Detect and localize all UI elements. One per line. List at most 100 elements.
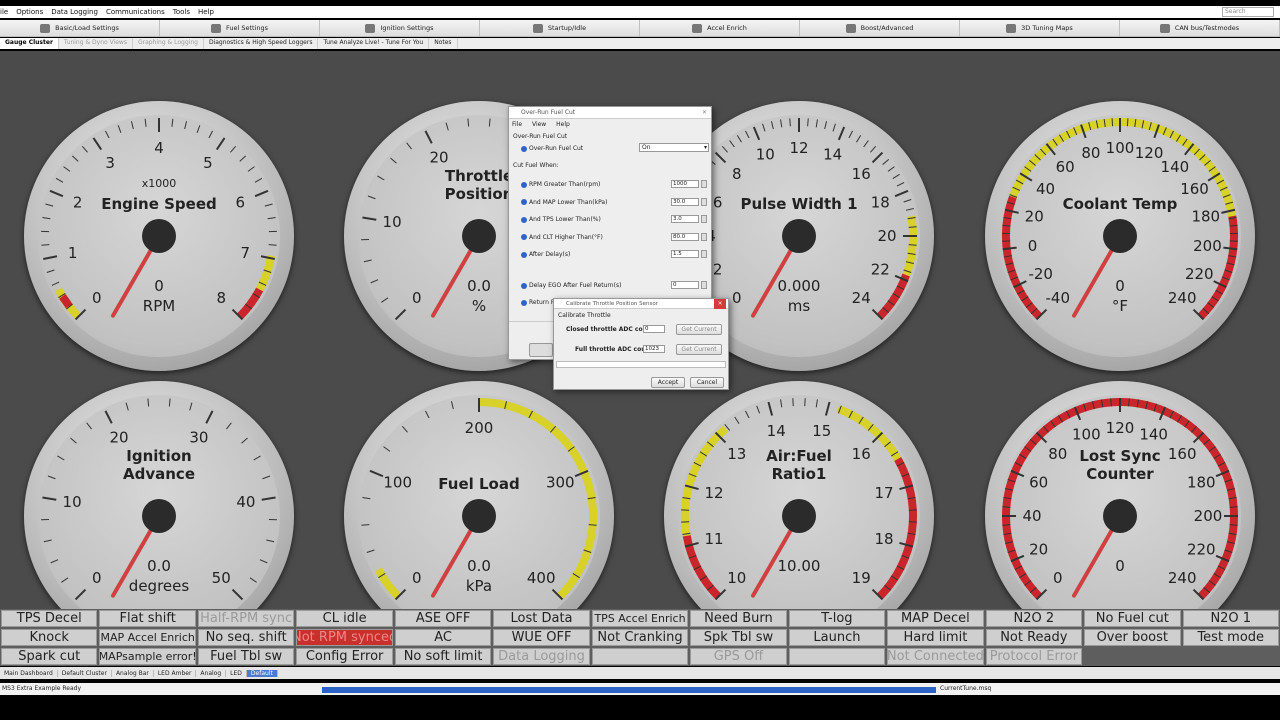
gauge-tick-mark [871,151,884,164]
overrun-row-field[interactable]: 1000 [671,180,699,188]
menu-file[interactable]: ile [0,8,8,16]
gauge-tick-mark [714,151,727,164]
gauge-tick-mark [205,410,214,424]
gauge-tick-mark [42,217,51,220]
close-icon[interactable]: ✕ [702,107,707,119]
spinner-icon[interactable] [701,180,707,188]
gauge-tick-label: 3 [105,154,115,172]
toolbar-tab-0[interactable]: Basic/Load Settings [0,20,160,36]
dashboard-tab-1[interactable]: Default Cluster [58,669,112,677]
gauge-tick-mark [824,401,831,416]
gauge-tick-label: 10 [756,146,775,164]
get-current-full-button[interactable]: Get Current [676,344,722,355]
gauge-tick-label: 8 [732,165,742,183]
chevron-down-icon: ▾ [703,144,707,151]
help-icon[interactable] [521,282,527,289]
overrun-row-label: RPM Greater Than(rpm) [521,181,600,188]
toolbar-tab-4[interactable]: Accel Enrich [640,20,800,36]
cancel-button[interactable]: Cancel [690,377,724,388]
toolbar-tab-6[interactable]: 3D Tuning Maps [960,20,1120,36]
gauge-hub [462,499,496,533]
dashboard-tab-2[interactable]: Analog Bar [112,669,154,677]
gauge-tick-mark [734,416,740,425]
indicator: MAP Decel [887,610,984,627]
gauge-tick-mark [824,121,828,130]
overrun-row-field[interactable]: 1.5 [671,250,699,258]
dashboard-tab-6[interactable]: Default [246,669,278,677]
dashboard-tab-3[interactable]: LED Amber [154,669,197,677]
help-icon[interactable] [521,181,527,188]
help-icon[interactable] [521,299,527,306]
gauge-hub [1103,219,1137,253]
help-icon[interactable] [521,145,527,152]
tab-5[interactable]: Notes [429,38,458,49]
gauge-tick-mark [892,173,900,179]
gauge-dial: 012345678 [41,118,277,321]
overrun-menu-view[interactable]: View [532,121,546,128]
gauge-tick-label: 120 [1106,419,1135,437]
overrun-enable-select[interactable]: On ▾ [639,143,709,152]
spinner-icon[interactable] [701,197,707,206]
help-icon[interactable] [521,199,527,205]
toolbar-tab-5[interactable]: Boost/Advanced [800,20,960,36]
menu-help[interactable]: Help [198,8,214,16]
spinner-icon[interactable] [701,250,707,258]
tab-2[interactable]: Graphing & Logging [133,38,204,49]
gauge-tick-mark [72,155,79,162]
overrun-row-label: And TPS Lower Than(%) [521,216,601,223]
gauge-tick-mark [815,119,818,128]
menu-data-logging[interactable]: Data Logging [51,8,98,16]
toolbar-tab-2[interactable]: Ignition Settings [320,20,480,36]
help-icon[interactable] [521,216,527,223]
gauge-tick-label: 15 [812,422,831,440]
toolbar-tab-1[interactable]: Fuel Settings [160,20,320,36]
full-adc-field[interactable]: 1023 [643,345,665,353]
overrun-row-field[interactable]: 3.0 [671,215,699,223]
overrun-row-field[interactable]: 30.0 [671,197,699,206]
dashboard-tab-5[interactable]: LED [226,669,247,677]
gauge-tick-mark [226,422,232,430]
indicator: TPS Accel Enrich [591,610,689,627]
menu-tools[interactable]: Tools [173,8,190,16]
toolbar-tab-3[interactable]: Startup/Idle [480,20,640,36]
gauge-tick-label: 12 [704,484,723,502]
accept-button[interactable]: Accept [651,377,685,388]
indicator: Need Burn [690,610,787,627]
close-icon[interactable]: ✕ [714,299,726,309]
menu-options[interactable]: Options [16,8,43,16]
burn-button[interactable] [529,343,553,357]
help-icon[interactable] [521,251,527,258]
overrun-row-field[interactable]: 80.0 [671,232,699,241]
indicator: Fuel Tbl sw [197,648,295,665]
gauge-value: 0 [154,277,164,295]
gauge-tick-mark [450,401,454,410]
tab-1[interactable]: Tuning & Dyno Views [59,38,133,49]
spinner-icon[interactable] [701,232,707,241]
help-icon[interactable] [521,234,527,240]
toolbar-tab-7[interactable]: CAN bus/Testmodes [1120,20,1280,36]
gauge-tick-mark [870,145,877,153]
tab-4[interactable]: Tune Analyze Live! - Tune For You [318,38,430,49]
tab-3[interactable]: Diagnostics & High Speed Loggers [204,38,319,49]
overrun-menu-file[interactable]: File [512,121,522,128]
gauge-tick-mark [1110,398,1112,407]
gauge-tick-mark [42,496,57,501]
dashboard-tab-4[interactable]: Analog [196,669,227,677]
gauge-tick-mark [1128,398,1130,407]
indicator: Not Cranking [591,629,689,646]
menu-communications[interactable]: Communications [106,8,165,16]
gauge-tick-mark [92,137,103,151]
tab-0[interactable]: Gauge Cluster [0,38,59,49]
get-current-closed-button[interactable]: Get Current [676,324,722,335]
gauge-tick-label: 12 [789,139,808,157]
spinner-icon[interactable] [701,281,707,289]
search-input[interactable]: Search [1222,7,1274,17]
gauge-hub [462,219,496,253]
ego-delay-field[interactable]: 0 [671,281,699,289]
closed-adc-field[interactable]: 0 [643,325,665,333]
indicator: Lost Data [493,610,590,627]
overrun-menu-help[interactable]: Help [556,121,570,128]
dashboard-tab-0[interactable]: Main Dashboard [0,669,58,677]
gauge-tick-mark [767,401,774,416]
spinner-icon[interactable] [701,215,707,223]
